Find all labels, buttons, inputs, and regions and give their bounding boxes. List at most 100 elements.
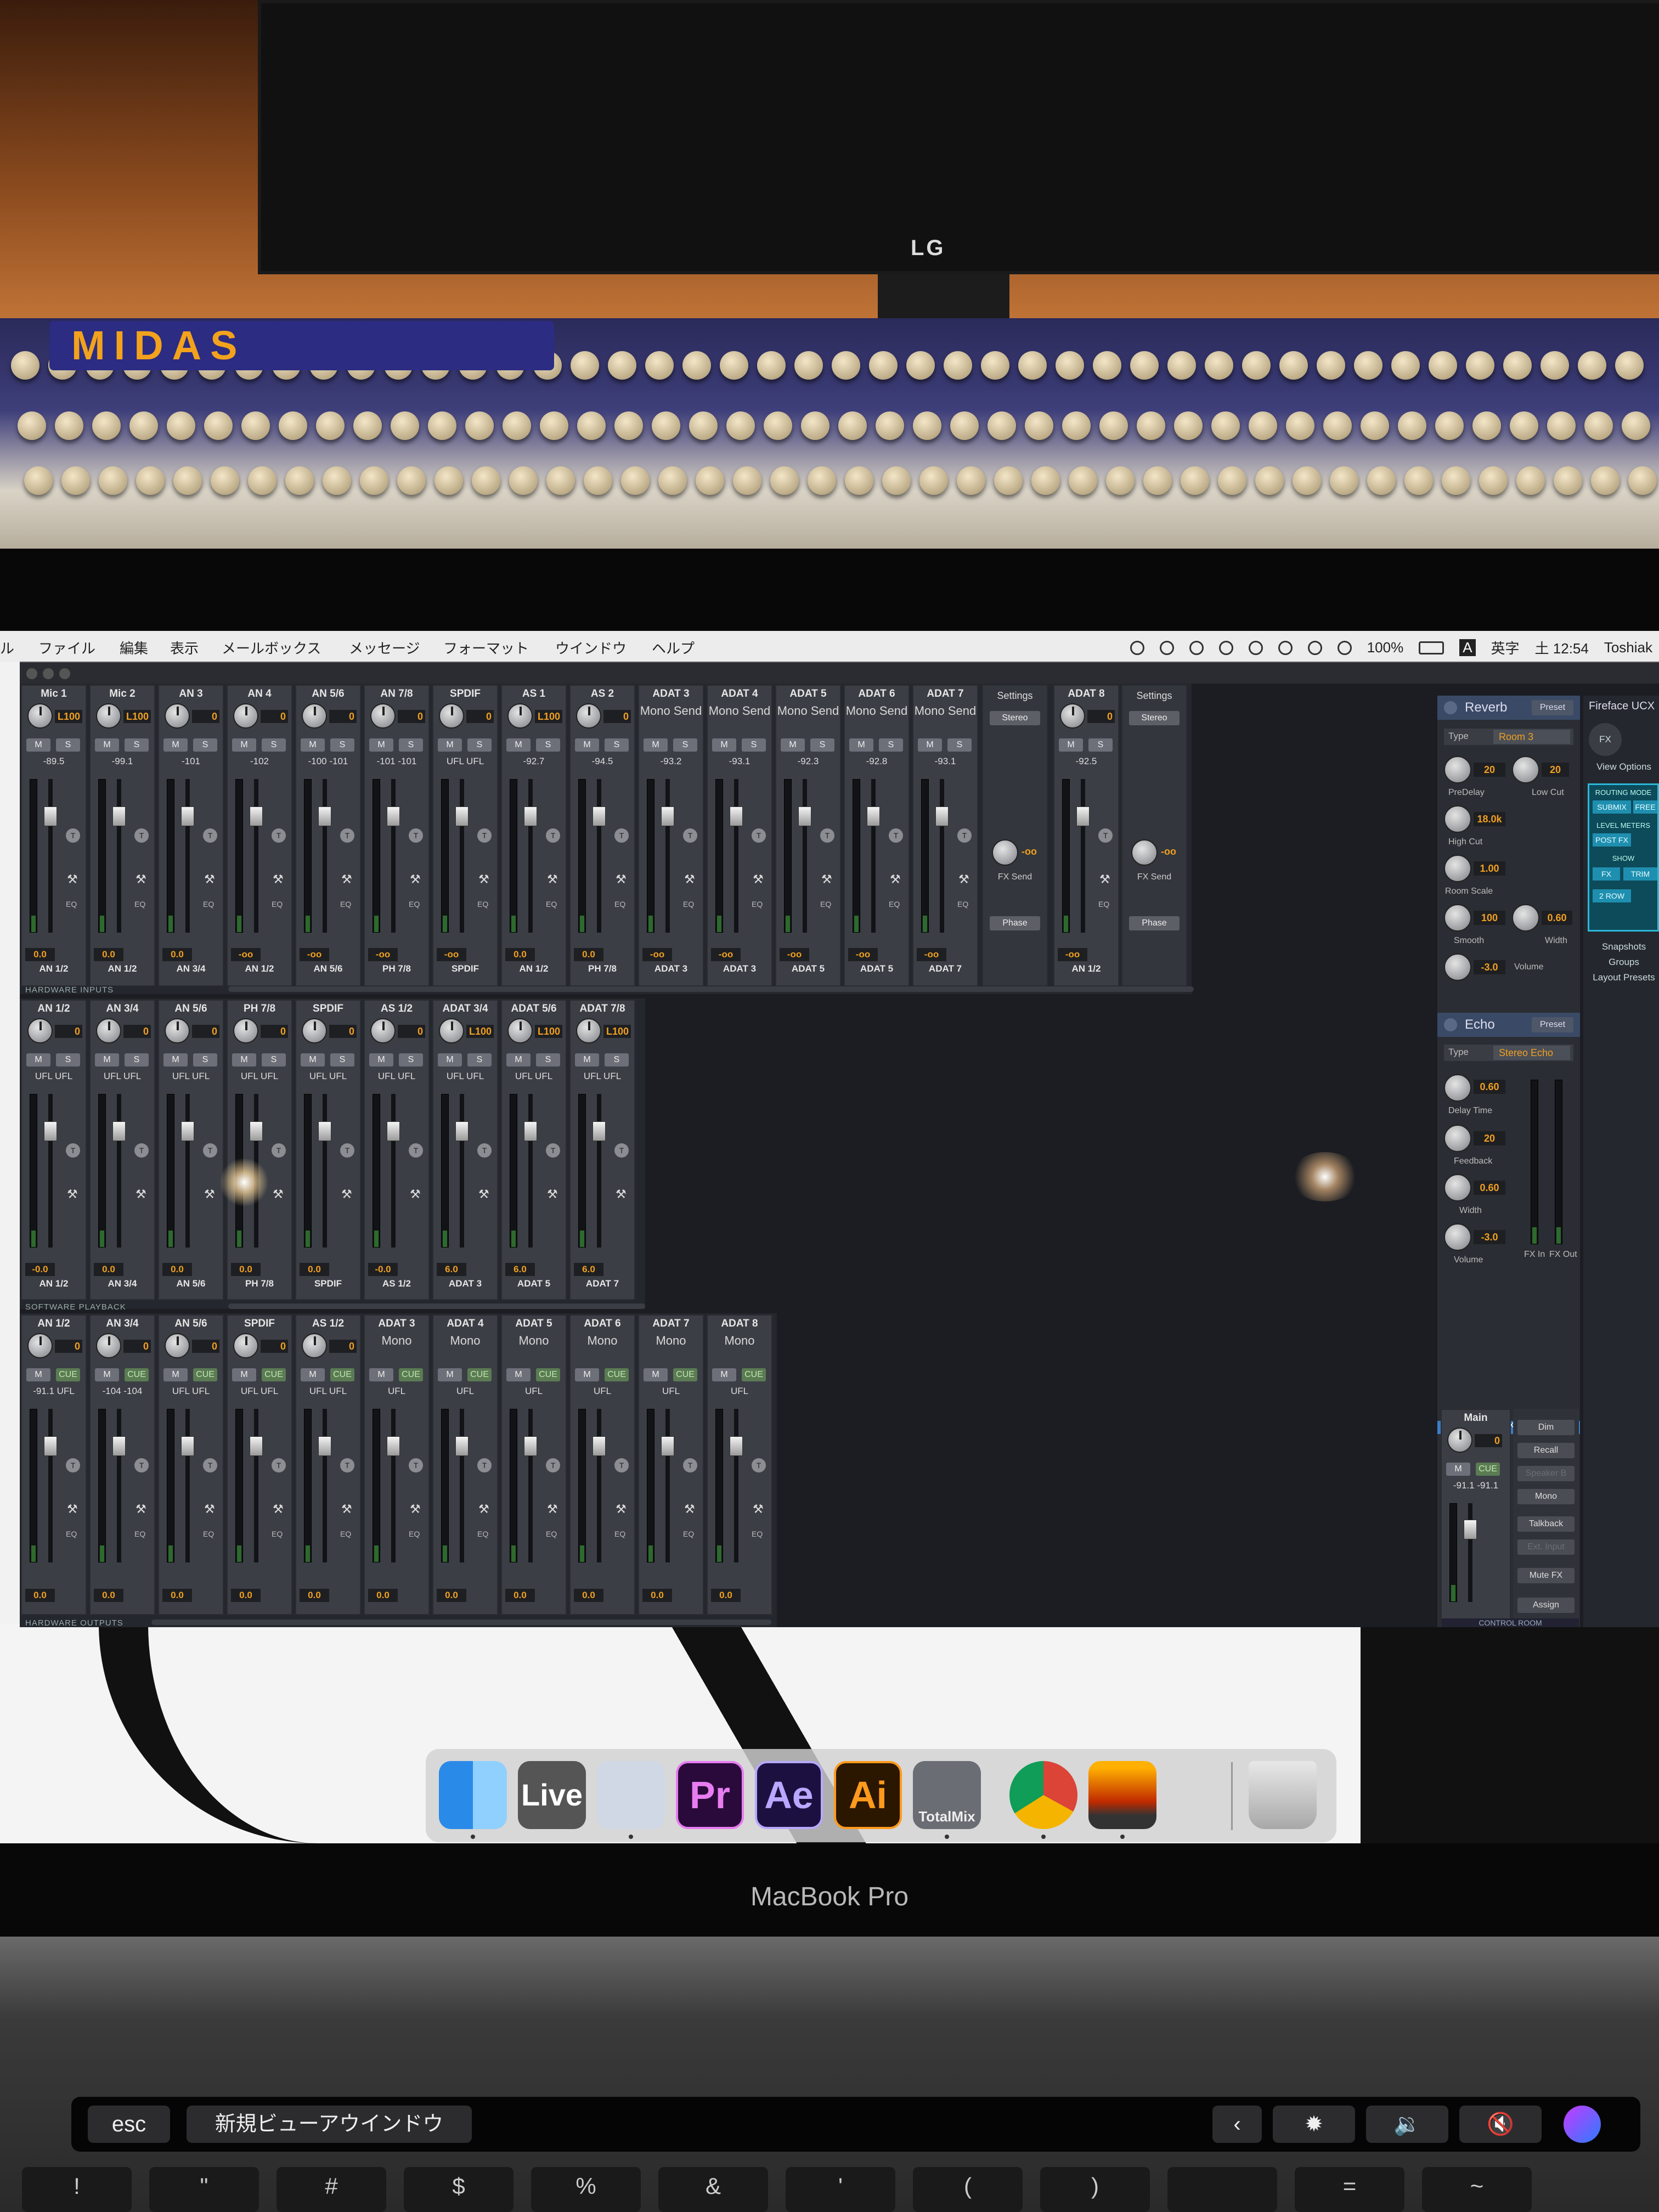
fader-handle[interactable] [250, 1436, 263, 1456]
totalmix-icon[interactable]: TotalMix [913, 1761, 981, 1829]
channel-name[interactable]: SPDIF [296, 1003, 360, 1015]
new-viewer-window-button[interactable]: 新規ビューアウインドウ [187, 2106, 472, 2143]
fader-handle[interactable] [181, 806, 194, 826]
talk-button[interactable]: T [683, 828, 697, 843]
mute-button[interactable]: M [95, 1053, 119, 1066]
keyboard-key[interactable]: # [276, 2167, 386, 2212]
talk-button[interactable]: T [272, 1143, 286, 1158]
eq-button[interactable]: EQ [546, 900, 557, 909]
channel-name[interactable]: AS 1/2 [296, 1318, 360, 1330]
brightness-icon[interactable]: ✹ [1273, 2106, 1355, 2143]
fader-handle[interactable] [592, 1121, 606, 1141]
fader-handle[interactable] [112, 1436, 126, 1456]
fader-handle[interactable] [112, 806, 126, 826]
wrench-icon[interactable]: ⚒ [204, 872, 215, 887]
show-trim-button[interactable]: TRIM [1623, 867, 1657, 881]
keyboard-key[interactable]: ) [1040, 2167, 1150, 2212]
mute-button[interactable]: M [781, 738, 805, 752]
eq-button[interactable]: EQ [477, 1530, 488, 1538]
menu-edit[interactable]: 編集 [120, 637, 148, 658]
fader-handle[interactable] [250, 1121, 263, 1141]
fader-handle[interactable] [592, 1436, 606, 1456]
siri-icon[interactable] [1564, 2106, 1601, 2143]
routing-target[interactable]: ADAT 5 [502, 1278, 566, 1289]
wrench-icon[interactable]: ⚒ [821, 872, 832, 887]
channel-name[interactable]: ADAT 5 [502, 1318, 566, 1330]
premiere-pro-icon[interactable]: Pr [676, 1761, 744, 1829]
recall-button[interactable]: Recall [1517, 1443, 1575, 1458]
channel-name[interactable]: Mic 1 [22, 688, 86, 700]
fader-handle[interactable] [730, 1436, 743, 1456]
fx-send-knob[interactable] [1131, 839, 1158, 866]
talk-button[interactable]: T [820, 828, 834, 843]
mute-button[interactable]: M [95, 738, 119, 752]
keyboard-key[interactable]: ! [22, 2167, 132, 2212]
solo-button[interactable]: S [330, 1053, 354, 1066]
wrench-icon[interactable]: ⚒ [478, 1187, 489, 1201]
gain-knob[interactable] [27, 1333, 53, 1358]
main-mute-button[interactable]: M [1446, 1463, 1470, 1476]
show-2-row-button[interactable]: 2 ROW [1593, 889, 1631, 902]
talk-button[interactable]: T [477, 1458, 492, 1472]
wrench-icon[interactable]: ⚒ [136, 1187, 146, 1201]
wrench-icon[interactable]: ⚒ [341, 872, 352, 887]
wrench-icon[interactable]: ⚒ [136, 872, 146, 887]
ext-input-button[interactable]: Ext. Input [1517, 1539, 1575, 1555]
fx-toggle-button[interactable]: FX [1589, 723, 1622, 756]
main-fader[interactable] [1464, 1520, 1477, 1539]
gain-knob[interactable] [165, 703, 190, 729]
menu-file[interactable]: ファイル [38, 637, 95, 658]
talk-button[interactable]: T [957, 828, 972, 843]
mute-button[interactable]: M [644, 1368, 668, 1381]
keyboard-key[interactable]: $ [404, 2167, 514, 2212]
routing-target[interactable]: AN 3/4 [159, 963, 223, 974]
eq-button[interactable]: EQ [752, 1530, 763, 1538]
fader-handle[interactable] [318, 1121, 331, 1141]
mute-button[interactable]: M [575, 1368, 599, 1381]
fader-handle[interactable] [935, 806, 949, 826]
channel-name[interactable]: ADAT 3/4 [433, 1003, 497, 1015]
battery-icon[interactable] [1419, 641, 1444, 654]
routing-target[interactable]: ADAT 7 [913, 963, 977, 974]
channel-name[interactable]: ADAT 6 [571, 1318, 634, 1330]
channel-name[interactable]: ADAT 8 [1054, 688, 1118, 700]
routing-target[interactable]: AN 5/6 [296, 963, 360, 974]
cue-button[interactable]: CUE [330, 1368, 354, 1381]
wrench-icon[interactable]: ⚒ [958, 872, 969, 887]
post-fx-button[interactable]: POST FX [1593, 833, 1631, 847]
talk-button[interactable]: T [203, 1458, 217, 1472]
speaker-b-button[interactable]: Speaker B [1517, 1466, 1575, 1481]
fader-handle[interactable] [44, 1436, 57, 1456]
talk-button[interactable]: T [340, 1143, 354, 1158]
fx-send-knob[interactable] [992, 839, 1018, 866]
keyboard-key[interactable] [1167, 2167, 1277, 2212]
cue-button[interactable]: CUE [56, 1368, 80, 1381]
gain-knob[interactable] [27, 703, 53, 729]
echo-volume-knob[interactable] [1444, 1223, 1471, 1251]
mute-button[interactable]: M [369, 738, 393, 752]
routing-target[interactable]: ADAT 5 [845, 963, 909, 974]
fader-handle[interactable] [455, 1436, 469, 1456]
gain-knob[interactable] [576, 1018, 601, 1043]
menu-message[interactable]: メッセージ [349, 637, 420, 658]
solo-button[interactable]: S [947, 738, 972, 752]
keyboard-key[interactable]: ( [913, 2167, 1023, 2212]
mute-button[interactable]: M [232, 1368, 256, 1381]
mute-button[interactable]: M [26, 738, 50, 752]
talk-button[interactable]: T [409, 828, 423, 843]
gain-knob[interactable] [439, 703, 464, 729]
mute-button[interactable]: M [369, 1368, 393, 1381]
fader-handle[interactable] [661, 1436, 674, 1456]
routing-target[interactable]: SPDIF [296, 1278, 360, 1289]
input-source-badge[interactable]: A [1459, 639, 1476, 656]
sync-icon[interactable] [1189, 640, 1204, 655]
talk-button[interactable]: T [203, 828, 217, 843]
solo-button[interactable]: S [536, 738, 560, 752]
dim-button[interactable]: Dim [1517, 1420, 1575, 1435]
settings-title[interactable]: Settings [983, 690, 1047, 702]
channel-name[interactable]: ADAT 5/6 [502, 1003, 566, 1015]
zoom-button[interactable] [59, 668, 70, 679]
eq-button[interactable]: EQ [752, 900, 763, 909]
channel-name[interactable]: AN 3/4 [91, 1318, 154, 1330]
wrench-icon[interactable]: ⚒ [616, 872, 627, 887]
